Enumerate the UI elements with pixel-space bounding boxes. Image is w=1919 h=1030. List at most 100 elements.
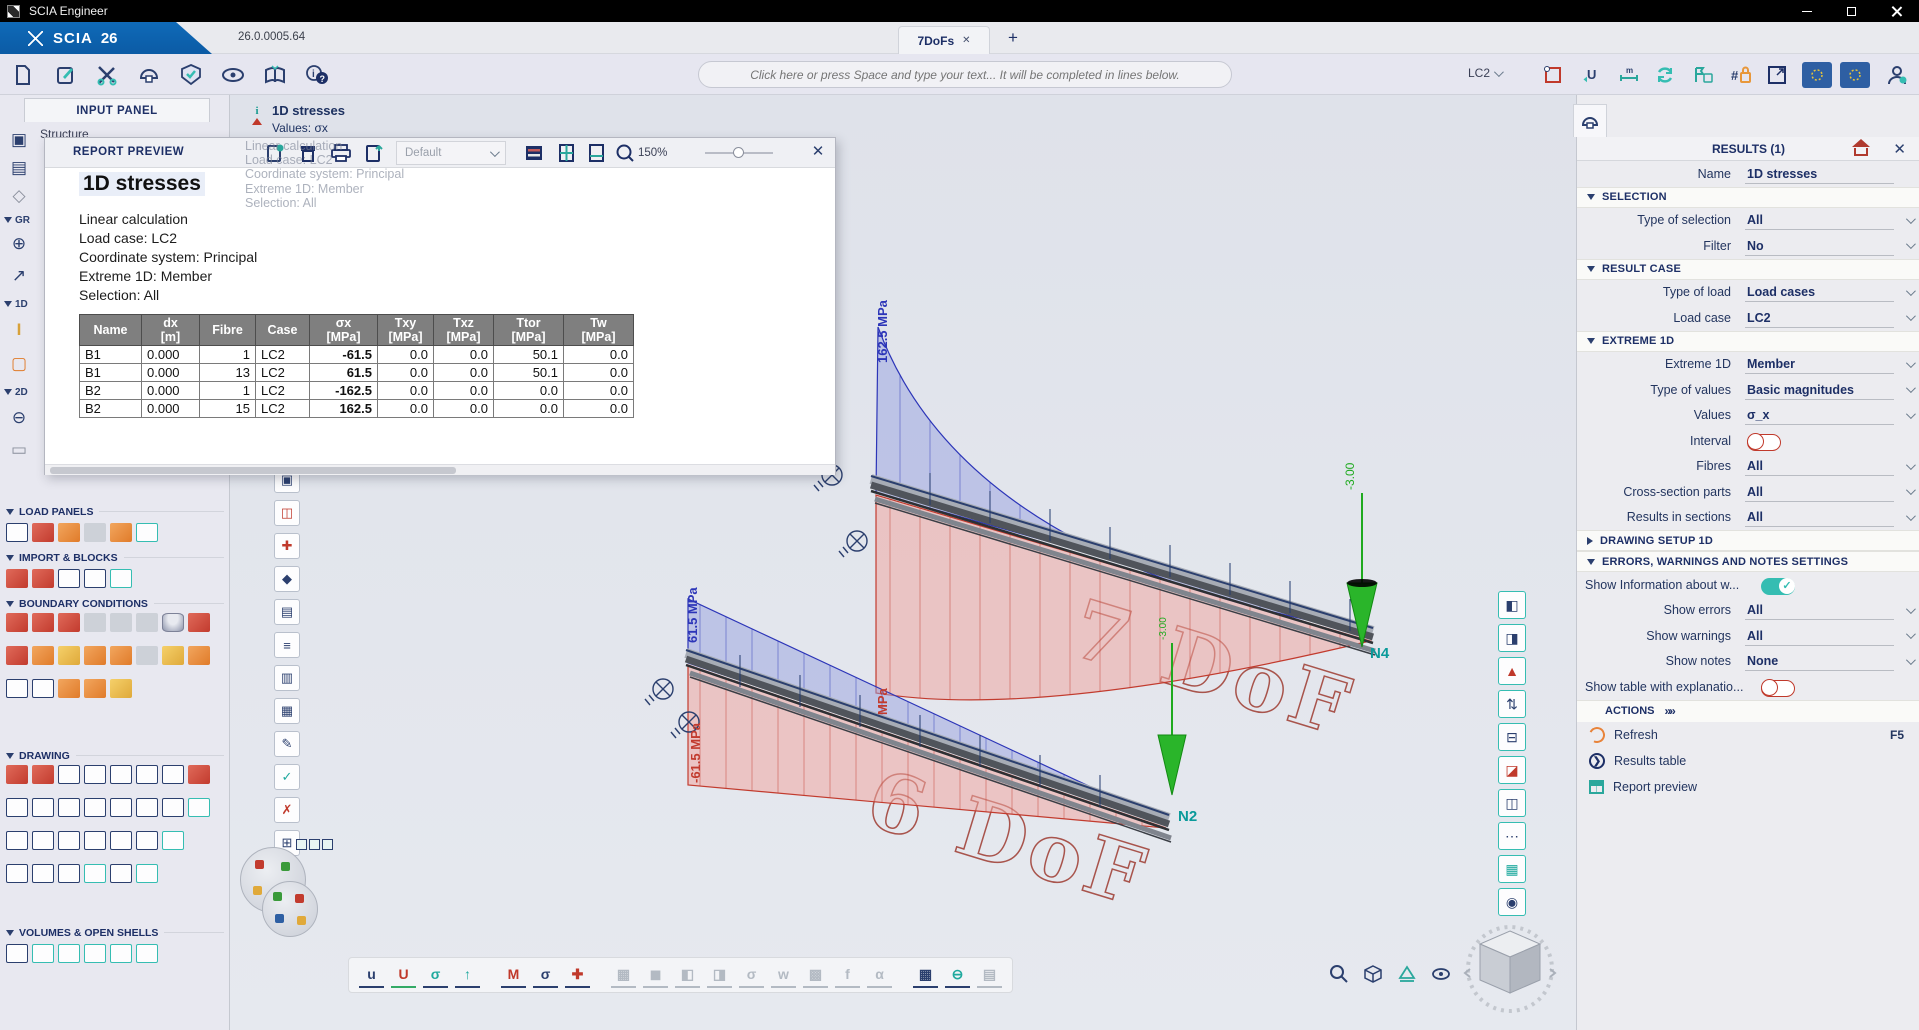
tag-icon[interactable]: ◇ (4, 183, 34, 209)
action-report-preview[interactable]: Report preview (1577, 774, 1919, 800)
plate-icon[interactable]: ⊖ (4, 405, 34, 431)
home-icon[interactable] (1852, 140, 1870, 158)
section-result-case[interactable]: RESULT CASE (1577, 259, 1919, 280)
regenerate-icon[interactable] (1650, 60, 1680, 90)
check-structure-icon[interactable] (176, 60, 206, 90)
import-dwg-icon[interactable] (110, 569, 132, 588)
support-icon[interactable] (136, 613, 158, 632)
sigma-w-icon[interactable]: σ (739, 963, 764, 988)
chevron-down-icon[interactable] (1905, 286, 1915, 296)
draw-line-icon[interactable] (162, 798, 184, 817)
w-result-icon[interactable]: w (771, 963, 796, 988)
window-layout-icon[interactable] (1762, 60, 1792, 90)
node-force-icon[interactable]: ✚ (565, 963, 590, 988)
building-result-icon[interactable]: ▤ (977, 963, 1002, 988)
alpha-result-icon[interactable]: α (867, 963, 892, 988)
project-settings-icon[interactable] (134, 60, 164, 90)
info-icon[interactable]: i (252, 105, 262, 125)
selection-box-icon[interactable] (1538, 60, 1568, 90)
panel-wall-icon[interactable] (58, 523, 80, 542)
type-of-load-dropdown[interactable]: Load cases (1745, 282, 1894, 302)
draw-shape-icon[interactable] (110, 831, 132, 850)
beam-icon[interactable]: I (4, 317, 34, 343)
page-layout-icon[interactable] (553, 140, 581, 166)
support-icon[interactable] (6, 613, 28, 632)
lock-numbers-icon[interactable]: # (1726, 60, 1756, 90)
support-icon[interactable] (58, 613, 80, 632)
maximize-button[interactable] (1829, 0, 1874, 22)
load-case-dropdown-panel[interactable]: LC2 (1745, 308, 1894, 328)
hinge-icon[interactable] (162, 646, 184, 665)
stress-sigma-icon[interactable]: σ (423, 963, 448, 988)
import-doc-icon[interactable] (84, 569, 106, 588)
panel-open-icon[interactable] (136, 523, 158, 542)
chevron-down-icon[interactable] (1905, 655, 1915, 665)
zoom-100-icon[interactable] (611, 140, 639, 166)
draw-circle-icon[interactable] (6, 864, 28, 883)
section-display2-icon[interactable]: ◨ (1498, 624, 1526, 652)
function-f-icon[interactable]: f (835, 963, 860, 988)
library-book-icon[interactable] (260, 60, 290, 90)
draw-circle-icon[interactable] (32, 864, 54, 883)
chevron-down-icon[interactable] (1905, 383, 1915, 393)
draw-shape-icon[interactable] (6, 831, 28, 850)
arc-icon[interactable] (6, 765, 28, 784)
support-icon[interactable] (188, 613, 210, 632)
dimension-icon[interactable] (162, 765, 184, 784)
panel-roof-icon[interactable] (84, 523, 106, 542)
type-of-selection-dropdown[interactable]: All (1745, 210, 1894, 230)
tools-icon[interactable] (92, 60, 122, 90)
draw-shape-icon[interactable] (162, 831, 184, 850)
section-volumes[interactable]: VOLUMES & OPEN SHELLS (0, 924, 230, 941)
import-frame-icon[interactable] (6, 569, 28, 588)
interval-toggle[interactable] (1747, 434, 1781, 451)
undo-icon[interactable]: U (1576, 60, 1606, 90)
chevron-down-icon[interactable] (1905, 511, 1915, 521)
show-warnings-dropdown[interactable]: All (1745, 626, 1894, 646)
hinge-icon[interactable] (32, 646, 54, 665)
subsoil-icon[interactable] (32, 679, 54, 698)
more-dots-icon[interactable]: ⋯ (1498, 822, 1526, 850)
panel-icon[interactable] (6, 523, 28, 542)
database-icon[interactable]: ⊟ (1498, 723, 1526, 751)
column-tool-icon[interactable]: ◫ (274, 500, 300, 526)
chevron-down-icon[interactable] (1905, 311, 1915, 321)
new-project-icon[interactable] (8, 60, 38, 90)
report-regenerate-icon[interactable] (294, 140, 322, 166)
person-view-icon[interactable]: ▲ (1498, 657, 1526, 685)
visibility-icon[interactable]: ◉ (1498, 888, 1526, 916)
section-display-icon[interactable]: ◧ (1498, 591, 1526, 619)
support-icon[interactable] (32, 613, 54, 632)
cross-section-parts-dropdown[interactable]: All (1745, 482, 1894, 502)
table-tool-icon[interactable]: ▦ (274, 698, 300, 724)
chevron-down-icon[interactable] (1905, 214, 1915, 224)
slab-result-icon[interactable]: ▦ (611, 963, 636, 988)
solid-result-icon[interactable]: ◼ (643, 963, 668, 988)
draw-line-icon[interactable] (58, 798, 80, 817)
section-sigma-icon[interactable]: ◨ (707, 963, 732, 988)
chevron-down-icon[interactable] (1905, 485, 1915, 495)
spring-icon[interactable] (58, 679, 80, 698)
toolbox-icon[interactable]: ▣ (4, 127, 34, 153)
draw-circle-icon[interactable] (84, 864, 106, 883)
draw-line-icon[interactable] (110, 798, 132, 817)
section-drawing-setup[interactable]: DRAWING SETUP 1D (1577, 530, 1919, 551)
type-of-values-dropdown[interactable]: Basic magnitudes (1745, 380, 1894, 400)
show-notes-dropdown[interactable]: None (1745, 651, 1894, 671)
print-icon[interactable] (327, 140, 355, 166)
accept-tool-icon[interactable]: ✓ (274, 764, 300, 790)
process-wheel-secondary[interactable] (262, 881, 318, 937)
report-template-select[interactable]: Default (396, 141, 506, 165)
hinge-icon[interactable] (136, 646, 158, 665)
draw-target-icon[interactable] (136, 864, 158, 883)
marker-tool-icon[interactable]: ◆ (274, 566, 300, 592)
archive-icon[interactable]: ▤ (4, 155, 34, 181)
show-table-toggle[interactable] (1761, 680, 1795, 697)
draw-line-icon[interactable] (188, 798, 210, 817)
chevron-down-icon[interactable] (1905, 604, 1915, 614)
actions-more-icon[interactable]: »» (1665, 704, 1674, 718)
report-preview-window[interactable]: REPORT PREVIEW Default 150% ✕ 1D stresse… (44, 137, 836, 475)
show-errors-dropdown[interactable]: All (1745, 600, 1894, 620)
panel-close-icon[interactable]: ✕ (1893, 140, 1906, 158)
scrollbar-thumb[interactable] (50, 467, 456, 474)
